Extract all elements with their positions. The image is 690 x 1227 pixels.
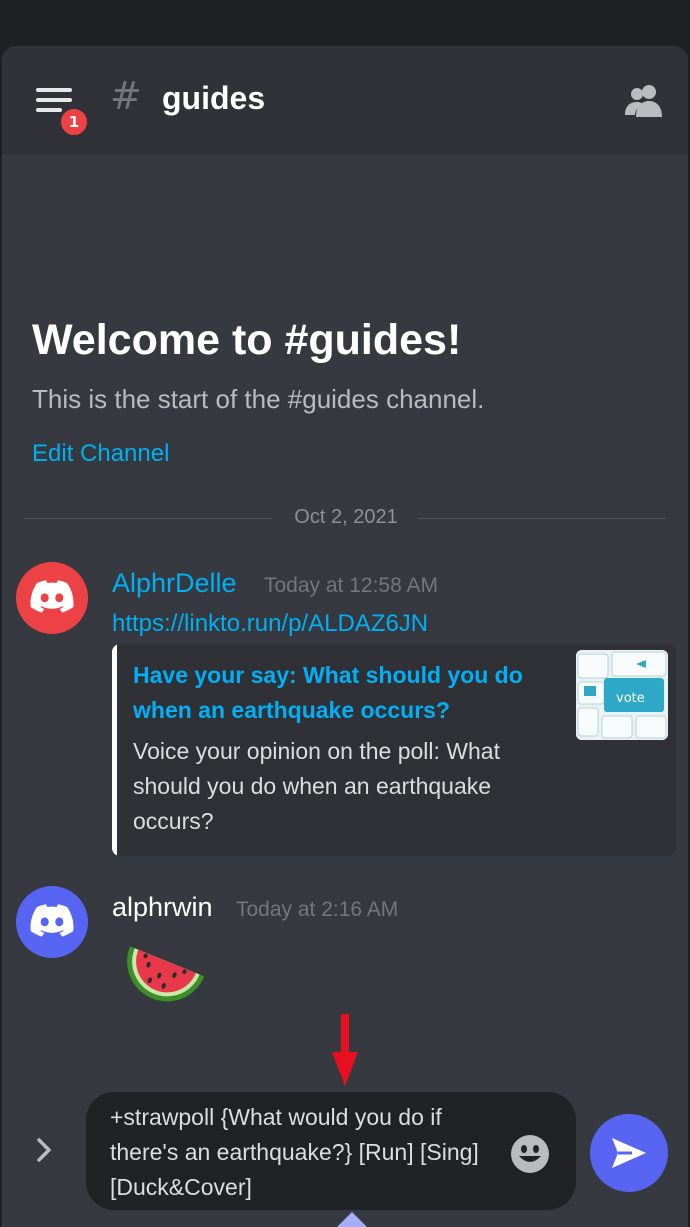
send-button[interactable]	[590, 1114, 668, 1192]
discord-logo-icon	[30, 580, 74, 613]
smiley-icon[interactable]	[510, 1134, 550, 1174]
embed-accent-border	[112, 644, 117, 856]
channel-title[interactable]: guides	[162, 80, 265, 117]
message-input[interactable]: +strawpoll {What would you do if there's…	[86, 1092, 576, 1210]
message-link[interactable]: https://linkto.run/p/ALDAZ6JN	[112, 610, 428, 638]
date-divider-line-left	[24, 518, 272, 519]
status-bar	[0, 0, 690, 46]
annotation-arrow-icon	[332, 1014, 358, 1092]
embed-description: Voice your opinion on the poll: What sho…	[133, 738, 500, 834]
keyboard-caret-icon	[337, 1212, 367, 1227]
embed-title[interactable]: Have your say: What should you do when a…	[133, 658, 553, 728]
notification-badge: 1	[58, 106, 90, 138]
message-timestamp: Today at 12:58 AM	[264, 574, 438, 597]
date-divider-line-right	[418, 518, 666, 519]
welcome-subtitle: This is the start of the #guides channel…	[32, 384, 485, 414]
message-input-text[interactable]: +strawpoll {What would you do if there's…	[110, 1100, 510, 1205]
message-author[interactable]: alphrwin	[112, 892, 213, 923]
discord-logo-icon	[30, 904, 74, 937]
watermelon-emoji-icon	[114, 946, 206, 1016]
message-timestamp: Today at 2:16 AM	[236, 898, 399, 921]
message-author[interactable]: AlphrDelle	[112, 568, 237, 599]
avatar[interactable]	[16, 562, 88, 634]
link-embed: Have your say: What should you do when a…	[112, 644, 676, 856]
discord-channel-view: 1 # guides Welcome to #guides! This is t…	[2, 46, 688, 1227]
channel-hash-icon: #	[110, 74, 142, 118]
send-arrow-icon	[612, 1138, 646, 1168]
edit-channel-link[interactable]: Edit Channel	[32, 440, 169, 468]
embed-thumbnail-label: vote	[616, 691, 645, 706]
embed-thumbnail[interactable]: vote	[576, 650, 668, 740]
avatar[interactable]	[16, 886, 88, 958]
members-icon[interactable]	[622, 82, 666, 118]
date-divider: Oct 2, 2021	[294, 506, 398, 528]
channel-header: 1 # guides	[2, 46, 688, 154]
welcome-heading: Welcome to #guides!	[32, 316, 462, 364]
chevron-right-icon[interactable]	[34, 1136, 54, 1164]
